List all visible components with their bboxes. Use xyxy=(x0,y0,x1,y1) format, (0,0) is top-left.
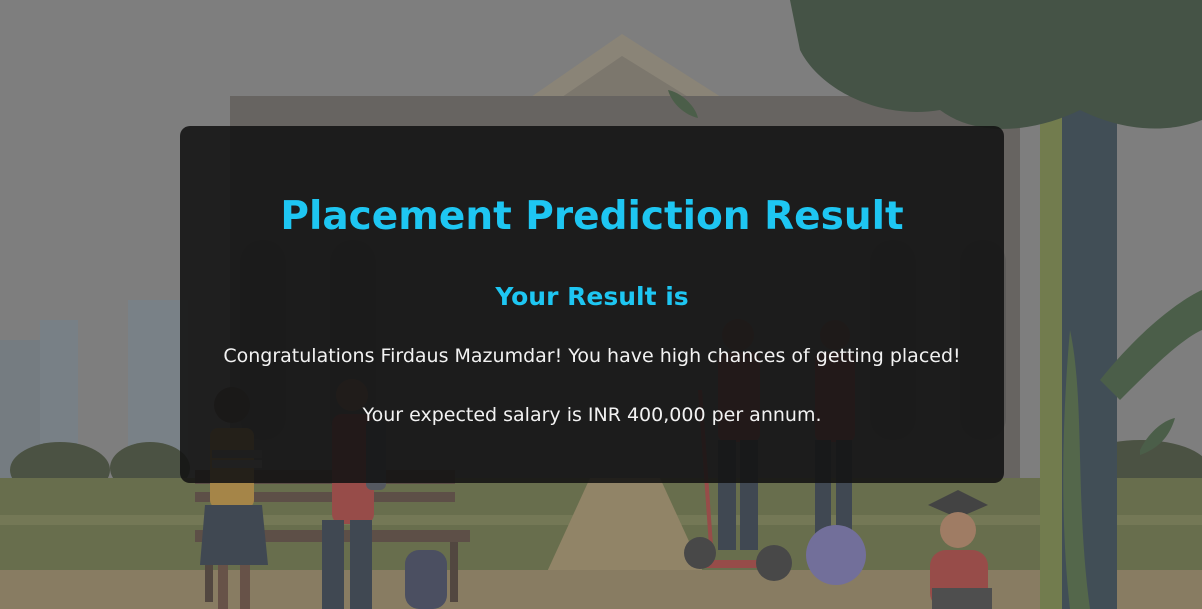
page-title: Placement Prediction Result xyxy=(280,194,904,239)
result-subtitle: Your Result is xyxy=(495,282,689,311)
result-card: Placement Prediction Result Your Result … xyxy=(180,126,1004,483)
salary-text: Your expected salary is INR 400,000 per … xyxy=(362,404,822,426)
result-message: Congratulations Firdaus Mazumdar! You ha… xyxy=(223,345,961,367)
